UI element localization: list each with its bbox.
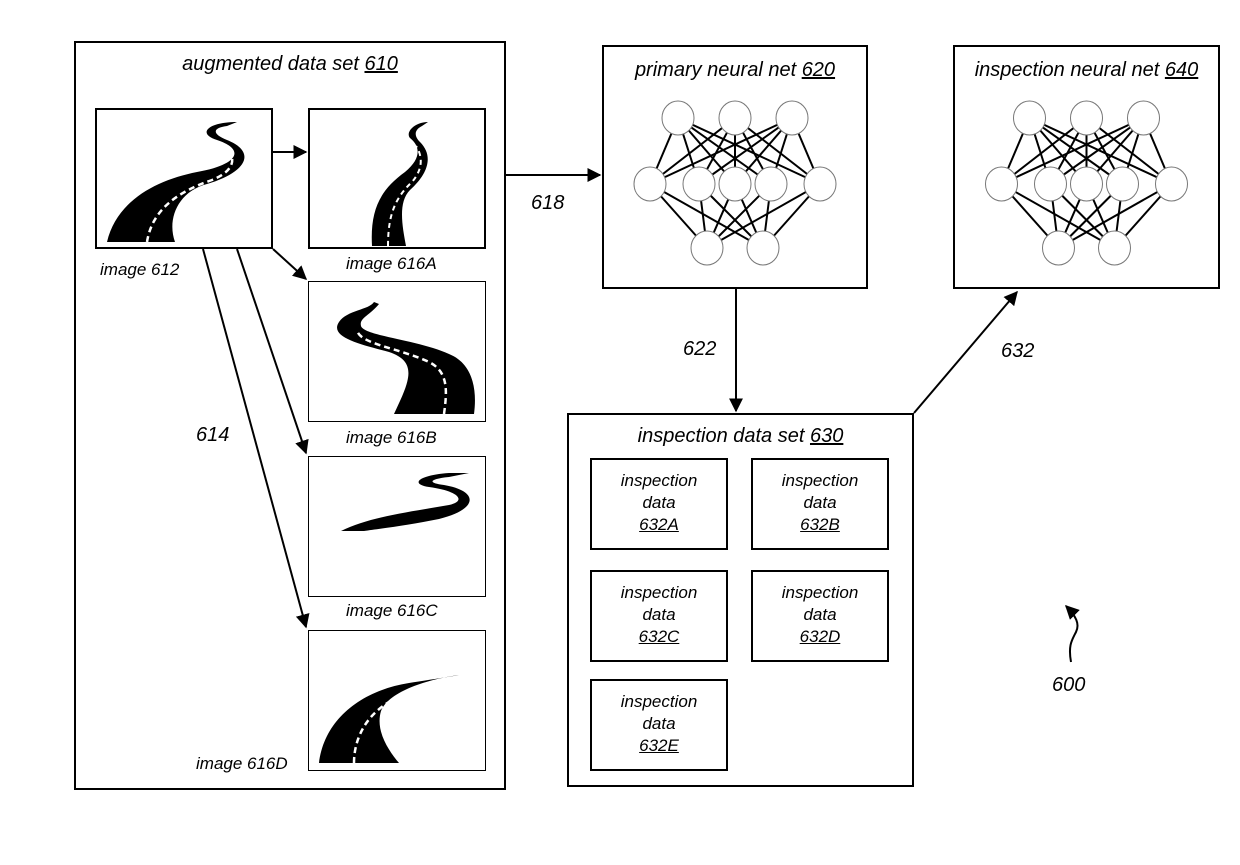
augmented-image-616c bbox=[308, 456, 486, 597]
neural-network-icon bbox=[633, 100, 837, 266]
inspection-data-set-ref: 630 bbox=[809, 425, 844, 447]
nn-node bbox=[690, 230, 724, 266]
nn-node bbox=[985, 166, 1018, 202]
primary-neural-net-box: primary neural net 620 bbox=[602, 45, 868, 289]
arrow-label-632: 632 bbox=[1001, 340, 1035, 362]
augmented-data-set-title: augmented data set 610 bbox=[182, 53, 398, 75]
inspection-data-632d: inspection data 632D bbox=[751, 570, 889, 662]
image-616c-label: image 616C bbox=[346, 601, 438, 620]
winding-road-icon bbox=[107, 122, 245, 243]
nn-node bbox=[1034, 166, 1067, 202]
nn-node bbox=[775, 100, 809, 136]
figure-pointer-arrow bbox=[1065, 605, 1080, 663]
nn-node bbox=[682, 166, 716, 202]
augmented-image-616b bbox=[308, 281, 486, 422]
augmented-image-616a bbox=[308, 108, 486, 249]
nn-node bbox=[803, 166, 837, 202]
nn-node bbox=[633, 166, 667, 202]
inspection-data-632a: inspection data 632A bbox=[590, 458, 728, 550]
inspection-data-632e: inspection data 632E bbox=[590, 679, 728, 771]
neural-network-icon bbox=[985, 100, 1188, 266]
nn-node bbox=[1155, 166, 1188, 202]
nn-node bbox=[1070, 166, 1103, 202]
nn-node bbox=[754, 166, 788, 202]
nn-node bbox=[1127, 100, 1160, 136]
nn-node bbox=[746, 230, 780, 266]
arrow-label-618: 618 bbox=[531, 192, 565, 214]
inspection-data-632b: inspection data 632B bbox=[751, 458, 889, 550]
inspection-data-set-title: inspection data set 630 bbox=[637, 425, 844, 447]
inspection-data-632c: inspection data 632C bbox=[590, 570, 728, 662]
winding-road-icon bbox=[319, 675, 459, 764]
image-616d-label: image 616D bbox=[196, 754, 288, 773]
augmented-image-616d bbox=[308, 630, 486, 771]
nn-node bbox=[718, 166, 752, 202]
winding-road-icon bbox=[371, 122, 428, 247]
image-616b-label: image 616B bbox=[346, 428, 437, 447]
winding-road-icon bbox=[337, 302, 475, 415]
arrow-label-614: 614 bbox=[196, 424, 230, 446]
nn-node bbox=[1106, 166, 1139, 202]
inspection-neural-net-box: inspection neural net 640 bbox=[953, 45, 1220, 289]
source-image-label: image 612 bbox=[100, 260, 180, 279]
nn-node bbox=[1042, 230, 1075, 266]
nn-node bbox=[1013, 100, 1046, 136]
nn-node bbox=[1070, 100, 1103, 136]
arrow-label-622: 622 bbox=[683, 338, 717, 360]
source-image-612 bbox=[95, 108, 273, 249]
winding-road-icon bbox=[341, 473, 470, 531]
nn-node bbox=[661, 100, 695, 136]
augmented-data-set-ref: 610 bbox=[364, 53, 398, 75]
nn-node bbox=[1098, 230, 1131, 266]
nn-node bbox=[718, 100, 752, 136]
figure-ref-600: 600 bbox=[1052, 674, 1086, 696]
image-616a-label: image 616A bbox=[346, 254, 437, 273]
